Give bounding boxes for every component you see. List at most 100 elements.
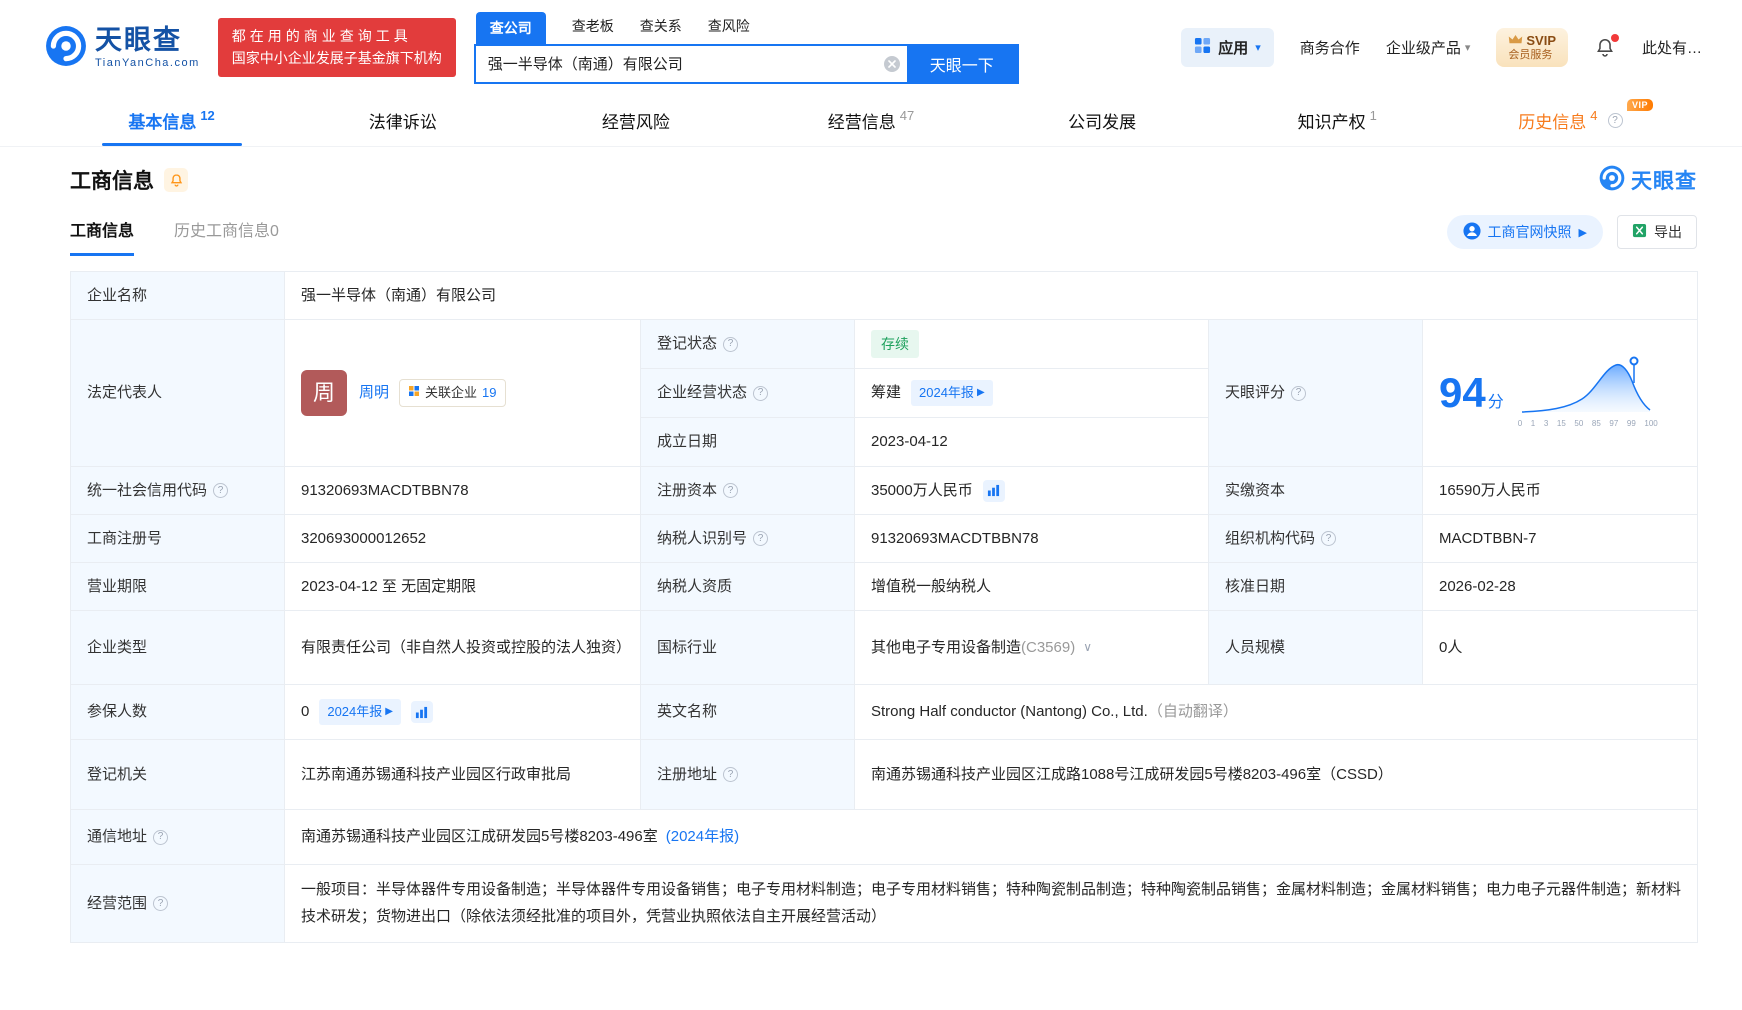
logo-icon (45, 25, 87, 71)
search-area: 查公司 查老板 查关系 查风险 天眼一下 (473, 11, 1019, 84)
business-info-table: 企业名称 强一半导体（南通）有限公司 法定代表人 周 周明 关联企业 19 登记… (70, 271, 1698, 943)
menu-enterprise-products[interactable]: 企业级产品 ▾ (1386, 37, 1471, 58)
reg-address-label: 注册地址 (641, 740, 855, 810)
insured-chart-icon[interactable] (410, 701, 433, 723)
help-icon[interactable] (1321, 531, 1337, 546)
paid-capital-label: 实缴资本 (1209, 467, 1423, 515)
value-text: 0 (301, 703, 310, 720)
english-name-label: 英文名称 (641, 685, 855, 740)
help-icon[interactable] (213, 483, 229, 498)
score-axis-ticks: 0 1 3 15 50 85 97 99 100 (1517, 419, 1658, 429)
value-text: MACDTBBN-7 (1439, 529, 1537, 547)
label-text: 参保人数 (87, 703, 148, 720)
legal-rep-avatar[interactable]: 周 (301, 370, 347, 416)
value-text: 南通苏锡通科技产业园区江成研发园5号楼8203-496室 (301, 828, 658, 845)
help-icon[interactable] (723, 483, 739, 498)
label-text: 营业期限 (87, 577, 148, 595)
label-text: 注册地址 (657, 765, 718, 783)
value-text: 2023-04-12 (871, 433, 948, 450)
company-name-value: 强一半导体（南通）有限公司 (285, 272, 1698, 320)
approval-date-label: 核准日期 (1209, 563, 1423, 611)
account-more[interactable]: 此处有… (1642, 37, 1702, 58)
business-term-value: 2023-04-12 至 无固定期限 (285, 563, 641, 611)
search-tab-boss[interactable]: 查老板 (572, 16, 614, 44)
official-snapshot-button[interactable]: 工商官网快照 ▶ (1446, 215, 1603, 249)
notifications-bell-icon[interactable] (1594, 33, 1619, 59)
subtab-current-info[interactable]: 工商信息 (70, 217, 135, 256)
label-text: 成立日期 (657, 433, 718, 450)
tab-label: 法律诉讼 (368, 113, 437, 132)
tab-history-info[interactable]: VIP 历史信息 4 (1454, 95, 1687, 146)
value-text: 筹建 (871, 384, 902, 401)
score-curve-chart: 0 1 3 15 50 85 97 99 100 (1518, 355, 1658, 431)
svip-membership-badge[interactable]: SVIP 会员服务 (1496, 28, 1568, 67)
menu-business-cooperation[interactable]: 商务合作 (1300, 37, 1360, 58)
insured-cell: 0 2024年报 ▶ (285, 685, 641, 740)
annual-report-badge[interactable]: 2024年报 ▶ (911, 379, 993, 407)
value-text: 0人 (1439, 638, 1463, 656)
search-tab-company[interactable]: 查公司 (475, 11, 546, 44)
value-text: 16590万人民币 (1439, 481, 1541, 499)
credit-code-label: 统一社会信用代码 (71, 467, 285, 515)
value-text: 35000万人民币 (871, 481, 973, 499)
tab-legal-proceedings[interactable]: 法律诉讼 (288, 95, 521, 146)
tab-business-info[interactable]: 经营信息 47 (754, 95, 987, 146)
search-tab-risk[interactable]: 查风险 (708, 16, 750, 44)
search-tab-relation[interactable]: 查关系 (640, 16, 682, 44)
industry-label: 国标行业 (641, 611, 855, 685)
subtab-history-info[interactable]: 历史工商信息0 (174, 217, 279, 256)
search-button[interactable]: 天眼一下 (906, 45, 1017, 82)
help-icon[interactable] (153, 829, 169, 845)
help-icon[interactable] (723, 336, 739, 352)
tab-operational-risk[interactable]: 经营风险 (521, 95, 754, 146)
svip-label: SVIP (1526, 33, 1556, 49)
annual-report-badge[interactable]: 2024年报 ▶ (319, 698, 401, 726)
paid-capital-value: 16590万人民币 (1423, 467, 1698, 515)
notification-dot (1610, 33, 1619, 42)
search-box: 天眼一下 (473, 43, 1019, 84)
status-badge: 存续 (871, 329, 919, 359)
help-icon[interactable] (153, 896, 169, 911)
help-icon[interactable] (1607, 113, 1623, 128)
taxpayer-id-value: 91320693MACDTBBN78 (855, 515, 1209, 563)
help-icon[interactable] (753, 385, 769, 401)
help-icon[interactable] (723, 767, 739, 782)
value-text: 91320693MACDTBBN78 (871, 529, 1039, 547)
watermark-logo-icon (1599, 165, 1625, 195)
business-term-label: 营业期限 (71, 563, 285, 611)
help-icon[interactable] (1291, 385, 1307, 401)
help-icon[interactable] (753, 531, 769, 546)
export-button[interactable]: 导出 (1617, 215, 1697, 249)
label-text: 英文名称 (657, 703, 718, 720)
tab-intellectual-property[interactable]: 知识产权 1 (1221, 95, 1454, 146)
capital-chart-icon[interactable] (982, 479, 1005, 502)
logo-domain: TianYanCha.com (95, 56, 200, 69)
industry-cell: 其他电子专用设备制造 (C3569) ∨ (855, 611, 1209, 685)
clear-search-icon[interactable] (877, 46, 907, 82)
subtab-actions: 工商官网快照 ▶ 导出 (1446, 215, 1697, 257)
search-input[interactable] (475, 45, 877, 82)
label-text: 统一社会信用代码 (87, 481, 208, 499)
annual-report-link[interactable]: (2024年报) (666, 825, 739, 849)
related-companies-tag[interactable]: 关联企业 19 (399, 378, 506, 408)
value-text: 91320693MACDTBBN78 (301, 481, 469, 499)
legal-rep-name-link[interactable]: 周明 (359, 381, 389, 405)
label-text: 组织机构代码 (1225, 529, 1316, 547)
value-text: 320693000012652 (301, 529, 427, 547)
operating-status-cell: 筹建 2024年报 ▶ (855, 369, 1209, 418)
reg-status-label: 登记状态 (641, 320, 855, 369)
monitor-bell-icon[interactable] (164, 168, 188, 192)
tab-company-development[interactable]: 公司发展 (988, 95, 1221, 146)
chevron-down-icon[interactable]: ∨ (1083, 638, 1092, 657)
operating-status-label: 企业经营状态 (641, 369, 855, 418)
establish-date-label: 成立日期 (641, 418, 855, 467)
tab-basic-info[interactable]: 基本信息 12 (55, 95, 288, 146)
label-text: 通信地址 (87, 828, 148, 845)
chevron-down-icon: ▾ (1464, 42, 1471, 54)
tianyancha-logo[interactable]: 天眼查 TianYanCha.com (45, 25, 200, 71)
company-type-label: 企业类型 (71, 611, 285, 685)
registry-value: 江苏南通苏锡通科技产业园区行政审批局 (285, 740, 641, 810)
staff-size-value: 0人 (1423, 611, 1698, 685)
apps-button[interactable]: 应用 ▾ (1181, 28, 1274, 67)
tianyan-score-value[interactable]: 94 分 (1439, 359, 1504, 426)
